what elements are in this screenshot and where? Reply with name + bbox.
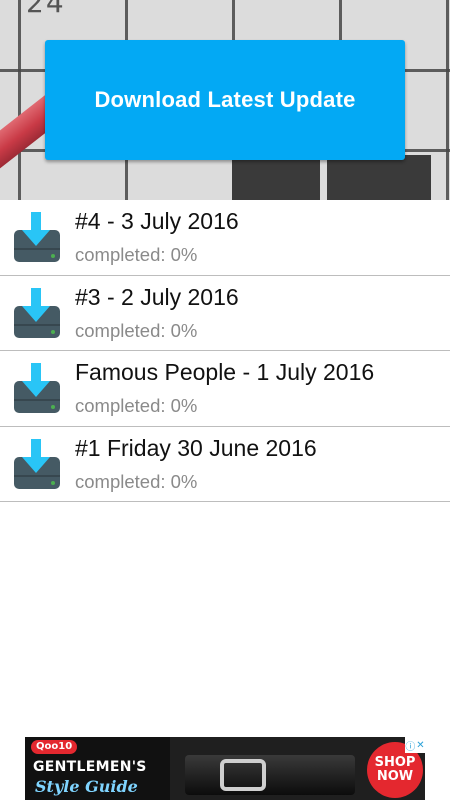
puzzle-status: completed: 0%: [75, 470, 198, 492]
download-drive-icon: [14, 438, 60, 489]
ad-headline: GENTLEMEN'S: [33, 759, 147, 775]
ad-brand-logo: Qoo10: [31, 740, 78, 754]
header-banner: 24 Download Latest Update: [0, 0, 450, 200]
shop-now-line1: SHOP: [374, 755, 416, 770]
belt-buckle-image: [220, 759, 266, 791]
download-drive-icon: [14, 363, 60, 413]
belt-image: [185, 755, 355, 795]
ad-banner[interactable]: Qoo10 GENTLEMEN'S Style Guide SHOP NOW ⓘ…: [25, 737, 425, 800]
list-item[interactable]: #1 Friday 30 June 2016 completed: 0%: [0, 426, 450, 502]
download-drive-icon: [14, 287, 60, 338]
puzzle-title: Famous People - 1 July 2016: [75, 359, 375, 385]
puzzle-title: #3 - 2 July 2016: [75, 283, 239, 310]
ad-text-panel: Qoo10 GENTLEMEN'S Style Guide: [25, 737, 170, 800]
crossword-black-cell: [327, 155, 431, 200]
crossword-cell-number: 24: [26, 0, 66, 19]
shop-now-line2: NOW: [376, 769, 414, 784]
close-icon[interactable]: ✕: [416, 740, 424, 751]
puzzle-list: #4 - 3 July 2016 completed: 0% #3 - 2 Ju…: [0, 200, 450, 502]
ad-choices[interactable]: ⓘ ✕: [405, 737, 425, 753]
ad-subheadline: Style Guide: [35, 777, 138, 796]
list-item[interactable]: Famous People - 1 July 2016 completed: 0…: [0, 351, 450, 427]
puzzle-title: #1 Friday 30 June 2016: [75, 434, 317, 461]
download-latest-update-button[interactable]: Download Latest Update: [45, 40, 405, 160]
list-item[interactable]: #4 - 3 July 2016 completed: 0%: [0, 200, 450, 276]
download-drive-icon: [14, 212, 60, 262]
puzzle-status: completed: 0%: [75, 319, 198, 341]
info-icon[interactable]: ⓘ: [405, 738, 415, 753]
puzzle-status: completed: 0%: [75, 395, 198, 416]
crossword-black-cell: [232, 155, 320, 200]
puzzle-status: completed: 0%: [75, 244, 198, 265]
list-item[interactable]: #3 - 2 July 2016 completed: 0%: [0, 275, 450, 351]
puzzle-title: #4 - 3 July 2016: [75, 208, 239, 234]
